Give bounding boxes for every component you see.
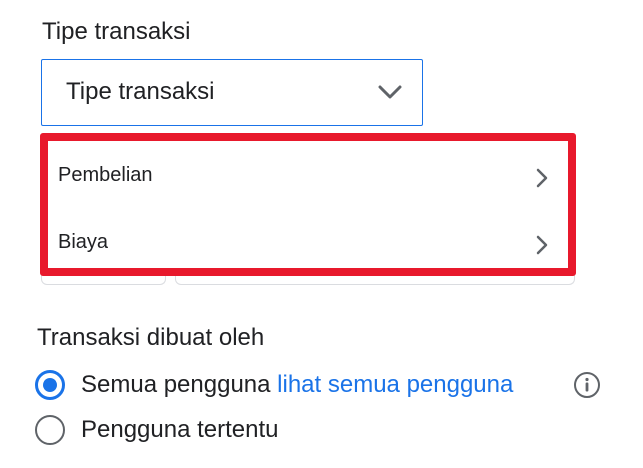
menu-item-pembelian[interactable]: Pembelian: [48, 147, 568, 207]
chevron-right-icon: [536, 235, 548, 255]
radio-label: Semua pengguna lihat semua pengguna: [81, 371, 513, 399]
info-icon[interactable]: [573, 371, 601, 399]
radio-label: Pengguna tertentu: [81, 416, 279, 443]
option-text: Semua pengguna: [81, 371, 271, 398]
radio-button-checked[interactable]: [35, 370, 65, 400]
menu-item-label: Pembelian: [58, 164, 153, 186]
menu-item-biaya[interactable]: Biaya: [48, 214, 568, 274]
menu-item-label: Biaya: [58, 231, 109, 253]
transaction-type-menu: Pembelian Biaya: [40, 133, 576, 276]
transaction-type-label: Tipe transaksi: [42, 18, 191, 45]
chevron-down-icon: [378, 85, 402, 99]
radio-option-all-users[interactable]: Semua pengguna lihat semua pengguna: [35, 370, 605, 402]
transaction-type-select-value: Tipe transaksi: [66, 78, 215, 105]
created-by-label: Transaksi dibuat oleh: [37, 324, 265, 351]
chevron-right-icon: [536, 168, 548, 188]
radio-button-unchecked[interactable]: [35, 415, 65, 445]
view-all-users-link[interactable]: lihat semua pengguna: [277, 371, 513, 398]
radio-option-specific-users[interactable]: Pengguna tertentu: [35, 415, 335, 447]
transaction-type-select[interactable]: Tipe transaksi: [41, 59, 423, 126]
